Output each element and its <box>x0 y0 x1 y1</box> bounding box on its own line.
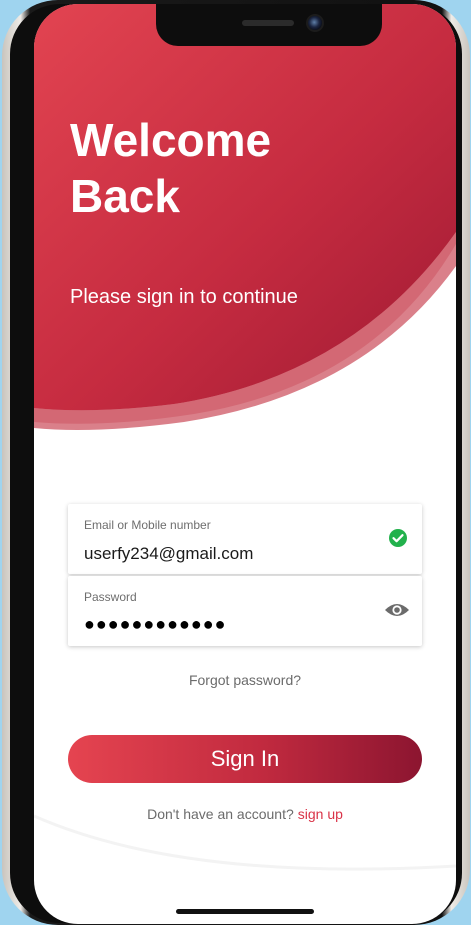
app-screen: Welcome Back Please sign in to continue … <box>34 4 456 924</box>
signup-prompt-text: Don't have an account? <box>147 806 294 822</box>
sign-in-button[interactable]: Sign In <box>68 735 422 783</box>
phone-bezel: Welcome Back Please sign in to continue … <box>10 4 462 924</box>
forgot-password-link[interactable]: Forgot password? <box>34 672 456 688</box>
eye-icon[interactable] <box>384 600 410 620</box>
password-field[interactable]: Password ●●●●●●●●●●●● <box>68 576 422 646</box>
email-input[interactable]: userfy234@gmail.com <box>84 544 253 564</box>
signup-prompt: Don't have an account? sign up <box>34 806 456 822</box>
title-line-1: Welcome <box>70 114 272 166</box>
email-field[interactable]: Email or Mobile number userfy234@gmail.c… <box>68 504 422 574</box>
check-circle-icon <box>389 529 407 547</box>
front-camera-icon <box>306 14 324 32</box>
phone-frame: Welcome Back Please sign in to continue … <box>2 0 470 925</box>
sign-up-link[interactable]: sign up <box>298 806 343 822</box>
title-line-2: Back <box>70 170 180 222</box>
page-subtitle: Please sign in to continue <box>70 286 298 308</box>
password-input[interactable]: ●●●●●●●●●●●● <box>84 614 226 635</box>
home-indicator[interactable] <box>176 909 314 914</box>
password-field-label: Password <box>84 590 137 604</box>
page-title: Welcome Back <box>70 112 370 224</box>
header-banner: Welcome Back Please sign in to continue <box>34 4 456 434</box>
phone-notch <box>156 4 382 46</box>
speaker-grille <box>242 20 294 26</box>
email-field-label: Email or Mobile number <box>84 518 211 532</box>
